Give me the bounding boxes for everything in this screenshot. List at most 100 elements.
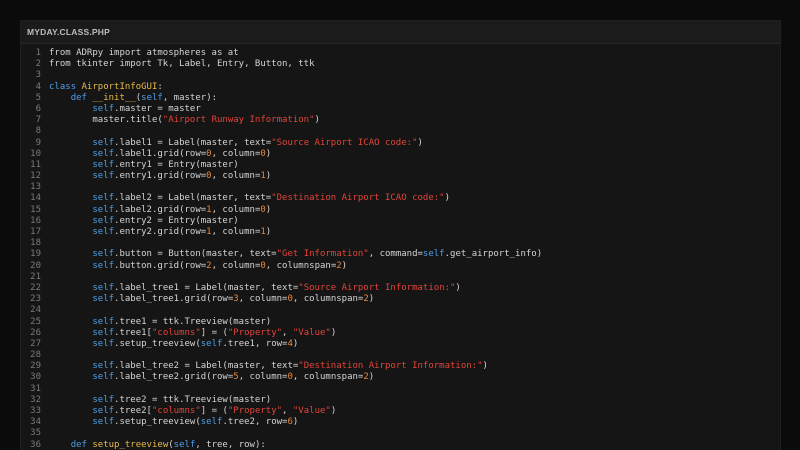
code-token: , column=: [238, 372, 288, 383]
code-line[interactable]: 11 self.entry1 = Entry(master): [21, 160, 780, 171]
line-number: 28: [30, 350, 41, 361]
code-line[interactable]: 2 from tkinter import Tk, Label, Entry, B…: [21, 59, 780, 70]
line-number: 16: [30, 215, 41, 226]
code-token: .button.grid(row=: [114, 260, 207, 271]
code-line[interactable]: 1 from ADRpy import atmospheres as at: [21, 48, 780, 59]
code-token: .get_airport_info): [444, 249, 543, 260]
code-token: self: [92, 137, 115, 148]
line-number: 5: [35, 92, 41, 103]
code-line[interactable]: 30 self.label_tree2.grid(row=5, column=0…: [21, 372, 780, 383]
code-token: self: [92, 316, 115, 327]
code-line[interactable]: 32 self.tree2 = ttk.Treeview(master): [21, 395, 780, 406]
line-source: class AirportInfoGUI:: [41, 82, 163, 93]
line-number: 7: [35, 115, 41, 126]
code-line[interactable]: 8: [21, 126, 780, 137]
code-line[interactable]: 17 self.entry2.grid(row=1, column=1): [21, 227, 780, 238]
code-line[interactable]: 7 master.title("Airport Runway Informati…: [21, 115, 780, 126]
code-line[interactable]: 3: [21, 70, 780, 81]
line-source: from ADRpy import atmospheres as at: [41, 48, 239, 59]
code-token: ): [368, 294, 375, 305]
line-source: self.setup_treeview(self.tree2, row=6): [41, 417, 298, 428]
code-token: , tree, row):: [195, 439, 266, 450]
code-line[interactable]: 18: [21, 238, 780, 249]
code-token: self: [200, 417, 223, 428]
code-editor-window: MYDAY.CLASS.PHP 1 from ADRpy import atmos…: [20, 20, 781, 450]
code-line[interactable]: 34 self.setup_treeview(self.tree2, row=6…: [21, 417, 780, 428]
code-line[interactable]: 14 self.label2 = Label(master, text="Des…: [21, 193, 780, 204]
code-area[interactable]: 1 from ADRpy import atmospheres as at 2 fro…: [21, 44, 780, 450]
code-token: ,: [282, 406, 293, 416]
code-line[interactable]: 4 class AirportInfoGUI:: [21, 82, 780, 93]
code-token: , column=: [211, 148, 261, 159]
code-line[interactable]: 25 self.tree1 = ttk.Treeview(master): [21, 317, 780, 328]
line-number: 22: [30, 282, 41, 293]
code-token: "Airport Runway Information": [162, 115, 315, 126]
code-token: "Destination Airport Information:": [298, 361, 483, 372]
file-tab-title[interactable]: MYDAY.CLASS.PHP: [27, 27, 110, 37]
code-line[interactable]: 6 self.master = master: [21, 104, 780, 115]
code-line[interactable]: 35: [21, 428, 780, 439]
line-source: self.label2 = Label(master, text="Destin…: [41, 193, 450, 204]
line-number: 27: [30, 338, 41, 349]
line-number: 18: [30, 238, 41, 249]
code-token: ): [444, 193, 450, 204]
line-number: 14: [30, 193, 41, 204]
line-number: 21: [30, 271, 41, 282]
code-token: self: [173, 439, 196, 450]
code-token: ): [292, 417, 299, 428]
code-line[interactable]: 24: [21, 305, 780, 316]
code-token: .button = Button(master, text=: [114, 249, 277, 260]
line-source: [41, 428, 49, 439]
code-line[interactable]: 16 self.entry2 = Entry(master): [21, 216, 780, 227]
code-line[interactable]: 26 self.tree1["columns"] = ("Property", …: [21, 328, 780, 339]
code-line[interactable]: 15 self.label2.grid(row=1, column=0): [21, 205, 780, 216]
code-token: .label_tree1 = Label(master, text=: [114, 282, 299, 293]
code-line[interactable]: 27 self.setup_treeview(self.tree1, row=4…: [21, 339, 780, 350]
code-line[interactable]: 31: [21, 384, 780, 395]
code-line[interactable]: 33 self.tree2["columns"] = ("Property", …: [21, 406, 780, 417]
code-line[interactable]: 22 self.label_tree1 = Label(master, text…: [21, 283, 780, 294]
code-token: class: [49, 81, 82, 92]
line-source: self.button = Button(master, text="Get I…: [41, 249, 542, 260]
code-line[interactable]: 12 self.entry1.grid(row=0, column=1): [21, 171, 780, 182]
code-token: ): [368, 372, 375, 383]
code-line[interactable]: 29 self.label_tree2 = Label(master, text…: [21, 361, 780, 372]
code-line[interactable]: 23 self.label_tree1.grid(row=3, column=0…: [21, 294, 780, 305]
line-source: [41, 70, 49, 81]
code-token: .tree1, row=: [222, 338, 288, 349]
line-number: 35: [30, 428, 41, 439]
line-number: 10: [30, 148, 41, 159]
line-source: [41, 238, 49, 249]
code-token: self: [200, 338, 223, 349]
code-line[interactable]: 20 self.button.grid(row=2, column=0, col…: [21, 261, 780, 272]
code-line[interactable]: 5 def __init__(self, master):: [21, 93, 780, 104]
code-line[interactable]: 9 self.label1 = Label(master, text="Sour…: [21, 138, 780, 149]
code-token: , columnspan=: [265, 260, 337, 271]
code-line[interactable]: 13: [21, 182, 780, 193]
code-token: self: [92, 171, 115, 182]
code-token: self: [141, 92, 163, 103]
code-line[interactable]: 10 self.label1.grid(row=0, column=0): [21, 149, 780, 160]
line-source: self.label_tree1 = Label(master, text="S…: [41, 282, 460, 294]
code-line[interactable]: 28: [21, 350, 780, 361]
code-token: , command=: [368, 249, 423, 260]
code-line[interactable]: 19 self.button = Button(master, text="Ge…: [21, 249, 780, 260]
code-token: self: [92, 372, 115, 383]
code-line[interactable]: 21: [21, 272, 780, 283]
line-number: 3: [35, 70, 41, 81]
editor-tab-bar: MYDAY.CLASS.PHP: [21, 21, 780, 44]
code-line[interactable]: 36 def setup_treeview(self, tree, row):: [21, 440, 780, 450]
code-token: self: [92, 193, 115, 204]
line-number: 6: [35, 103, 41, 114]
